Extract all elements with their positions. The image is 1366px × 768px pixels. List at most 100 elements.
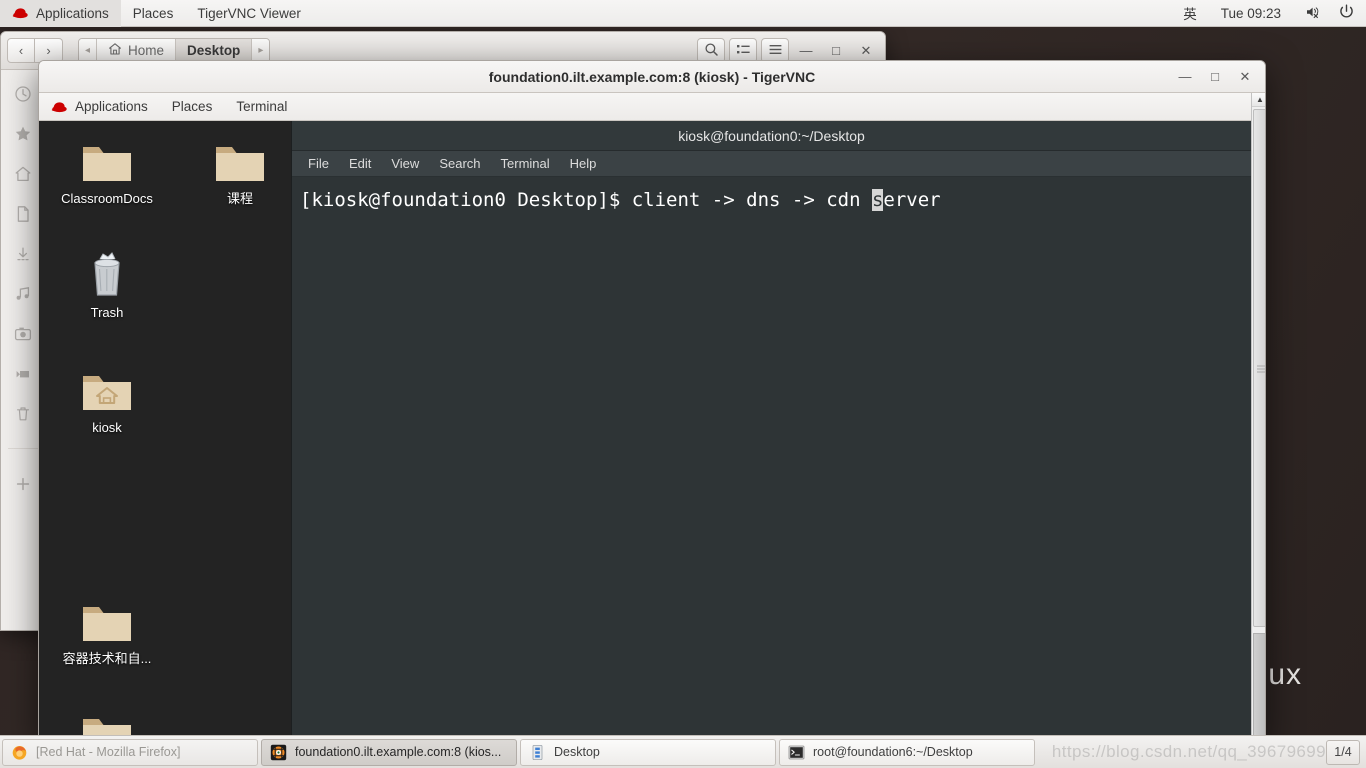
vnc-scrollbar-trough-lower[interactable] (1253, 633, 1265, 739)
breadcrumb-item-home[interactable]: Home (97, 38, 177, 63)
workspace-switcher[interactable]: 1/4 (1326, 739, 1360, 765)
desktop-icon-kecheng[interactable]: 课程 (184, 129, 296, 206)
remote-applications-label: Applications (75, 99, 148, 114)
trash-icon[interactable] (13, 404, 32, 423)
home-folder-icon (51, 358, 163, 414)
terminal-command-after-cursor: erver (883, 189, 941, 211)
vnc-vertical-scrollbar[interactable]: ▲ (1251, 93, 1265, 739)
file-manager-icon (529, 744, 546, 761)
clock-label: Tue 09:23 (1220, 5, 1281, 21)
volume-muted-icon (1305, 5, 1322, 22)
remote-terminal-label: Terminal (236, 99, 288, 114)
breadcrumb-desktop-label: Desktop (187, 43, 241, 58)
chevron-left-icon: ‹ (18, 43, 24, 58)
terminal-window[interactable]: kiosk@foundation0:~/Desktop File Edit Vi… (291, 121, 1251, 739)
desktop-icon-classroomdocs[interactable]: ClassroomDocs (51, 129, 163, 206)
vnc-viewport: Applications Places Terminal ClassroomDo… (39, 93, 1265, 739)
input-method-indicator[interactable]: 英 (1171, 0, 1209, 27)
remote-applications-menu[interactable]: Applications (39, 93, 160, 121)
desktop-icon-container-tech[interactable]: 容器技术和自... (51, 589, 163, 666)
terminal-menu-edit[interactable]: Edit (341, 154, 379, 173)
terminal-menu-terminal[interactable]: Terminal (493, 154, 558, 173)
desktop-icon-label: ClassroomDocs (61, 191, 153, 206)
vnc-titlebar[interactable]: foundation0.ilt.example.com:8 (kiosk) - … (39, 61, 1265, 93)
host-applications-label: Applications (36, 5, 109, 21)
breadcrumb-home-label: Home (128, 43, 165, 58)
taskbar-item-root-terminal[interactable]: root@foundation6:~/Desktop (779, 738, 1035, 766)
breadcrumb-scroll-left[interactable]: ◂ (79, 38, 98, 63)
tigervnc-icon (270, 744, 287, 761)
taskbar-item-label: foundation0.ilt.example.com:8 (kios... (295, 745, 502, 759)
input-method-label: 英 (1183, 7, 1197, 22)
vnc-scrollbar-thumb[interactable] (1253, 109, 1265, 627)
taskbar-item-tigervnc[interactable]: foundation0.ilt.example.com:8 (kios... (261, 738, 517, 766)
pictures-icon[interactable] (13, 324, 32, 343)
terminal-menubar: File Edit View Search Terminal Help (292, 151, 1251, 177)
terminal-menu-search[interactable]: Search (431, 154, 488, 173)
terminal-menu-help[interactable]: Help (562, 154, 605, 173)
remote-terminal-menu[interactable]: Terminal (224, 93, 299, 121)
star-icon[interactable] (13, 124, 32, 143)
system-status-menu[interactable] (1293, 0, 1366, 27)
home-icon[interactable] (13, 164, 32, 183)
clock-recent-icon[interactable] (13, 84, 32, 103)
videos-icon[interactable] (13, 364, 32, 383)
terminal-icon (788, 744, 805, 761)
remote-places-label: Places (171, 99, 213, 114)
terminal-command-before-cursor: client -> dns -> cdn (631, 189, 872, 211)
search-icon (704, 42, 719, 60)
power-icon (1339, 4, 1354, 22)
sidebar-divider (7, 448, 38, 449)
desktop-icon-label: 课程 (226, 191, 253, 206)
taskbar-item-desktop[interactable]: Desktop (520, 738, 776, 766)
list-view-icon (736, 43, 751, 59)
remote-top-panel: Applications Places Terminal (39, 93, 1251, 121)
desktop-icon-kiosk-home[interactable]: kiosk (51, 358, 163, 435)
taskbar-item-label: [Red Hat - Mozilla Firefox] (36, 745, 181, 759)
host-places-menu[interactable]: Places (121, 0, 186, 27)
home-icon (108, 42, 122, 59)
remote-places-menu[interactable]: Places (160, 93, 225, 121)
vnc-maximize-button[interactable]: □ (1201, 64, 1229, 90)
vnc-window-controls: — □ ✕ (1171, 64, 1259, 90)
taskbar-item-label: root@foundation6:~/Desktop (813, 745, 973, 759)
taskbar-item-firefox[interactable]: [Red Hat - Mozilla Firefox] (2, 738, 258, 766)
clock-indicator[interactable]: Tue 09:23 (1209, 0, 1293, 27)
host-places-label: Places (132, 5, 174, 21)
music-icon[interactable] (13, 284, 32, 303)
remote-desktop-surface[interactable]: ClassroomDocs 课程 Trash kiosk 容器技术和自... k… (39, 121, 1251, 739)
folder-icon (184, 129, 296, 185)
host-tigervnc-viewer-menu[interactable]: TigerVNC Viewer (185, 0, 313, 27)
terminal-titlebar[interactable]: kiosk@foundation0:~/Desktop (292, 121, 1251, 151)
desktop-icon-label: 容器技术和自... (62, 651, 152, 666)
terminal-screen[interactable]: [kiosk@foundation0 Desktop]$ client -> d… (292, 177, 1251, 739)
vnc-minimize-button[interactable]: — (1171, 64, 1199, 90)
vnc-window-title: foundation0.ilt.example.com:8 (kiosk) - … (488, 68, 816, 85)
scroll-up-arrow-icon[interactable]: ▲ (1252, 93, 1265, 107)
host-tigervnc-label: TigerVNC Viewer (197, 5, 301, 21)
tigervnc-viewer-window[interactable]: foundation0.ilt.example.com:8 (kiosk) - … (38, 60, 1266, 740)
desktop-icon-trash[interactable]: Trash (51, 243, 163, 320)
terminal-menu-view[interactable]: View (383, 154, 427, 173)
add-location-icon[interactable] (13, 474, 32, 493)
workspace-label: 1/4 (1334, 745, 1352, 759)
firefox-icon (11, 744, 28, 761)
host-applications-menu[interactable]: Applications (0, 0, 121, 27)
vnc-close-button[interactable]: ✕ (1231, 64, 1259, 90)
breadcrumb-item-desktop[interactable]: Desktop (176, 38, 253, 63)
back-button[interactable]: ‹ (7, 38, 35, 63)
breadcrumb-scroll-right[interactable]: ▸ (252, 38, 270, 63)
scrollbar-grip-icon (1257, 364, 1265, 373)
documents-icon[interactable] (13, 204, 32, 223)
downloads-icon[interactable] (13, 244, 32, 263)
redhat-logo-icon (51, 101, 68, 113)
terminal-title-label: kiosk@foundation0:~/Desktop (678, 127, 865, 144)
folder-icon (51, 589, 163, 645)
wallpaper-text: ux (1268, 658, 1302, 691)
host-taskbar: [Red Hat - Mozilla Firefox] foundation0.… (0, 735, 1366, 768)
redhat-logo-icon (12, 7, 29, 19)
terminal-menu-file[interactable]: File (300, 154, 337, 173)
desktop-icon-label: Trash (90, 305, 124, 320)
hamburger-menu-icon (768, 43, 783, 59)
screen-root: ux Applications Places TigerVNC Viewer 英… (0, 0, 1366, 768)
